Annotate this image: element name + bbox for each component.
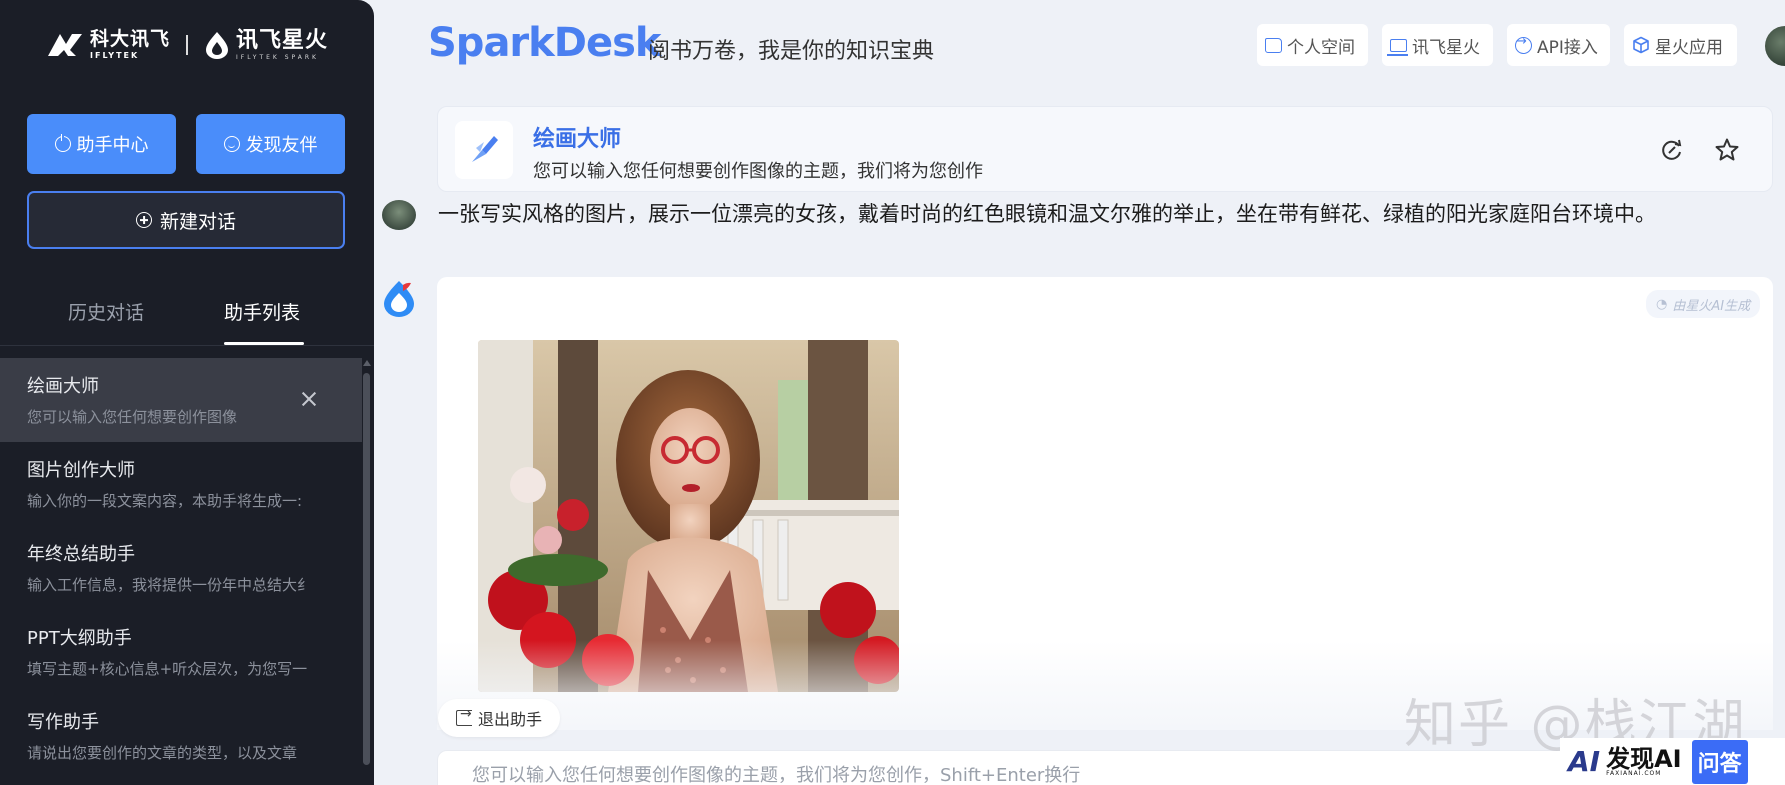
power-icon (54, 134, 71, 152)
close-icon[interactable] (300, 390, 318, 408)
assistant-item-desc: 输入工作信息，我将提供一份年中总结大纟 (27, 576, 313, 594)
new-chat-label: 新建对话 (159, 210, 236, 233)
assistant-center-label: 助手中心 (76, 135, 149, 156)
assistant-name: 绘画大师 (533, 127, 622, 152)
sidebar: 科大讯飞 IFLYTEK 讯飞星火 IFLYTEK SPARK 助手中心 发现友… (0, 0, 374, 785)
user-message-avatar (382, 200, 416, 230)
assistant-item-ppt-outline[interactable]: PPT大纲助手 填写主题+核心信息+听众层次，为您写一 (0, 610, 362, 694)
slogan: 阅书万卷，我是你的知识宝典 (648, 39, 935, 64)
nav-spark-apps[interactable]: 星火应用 (1624, 24, 1737, 66)
spark-logo-text: 讯飞星火 IFLYTEK SPARK (236, 27, 329, 61)
discover-partner-button[interactable]: 发现友伴 (196, 114, 345, 174)
api-icon (1515, 34, 1532, 54)
plus-circle-icon (135, 212, 152, 228)
spark-small-icon: ◔ (1656, 296, 1668, 312)
logo[interactable]: 科大讯飞 IFLYTEK 讯飞星火 IFLYTEK SPARK (46, 28, 328, 62)
nav-personal-space[interactable]: 个人空间 (1257, 24, 1368, 66)
laptop-icon (1387, 38, 1408, 56)
chat-input[interactable] (472, 765, 1472, 785)
nav-label: 个人空间 (1287, 37, 1355, 58)
refresh-icon[interactable] (1659, 137, 1685, 163)
ai-generated-tag: ◔ 由星火AI生成 (1646, 290, 1761, 318)
brand-logo[interactable]: SparkDesk (428, 20, 662, 66)
assistant-item-title: 写作助手 (27, 712, 99, 733)
faxian-ai-logo: AI (1568, 745, 1601, 778)
faxian-text: 发现AI FAXIANAI.COM (1606, 744, 1682, 777)
nav-label: 讯飞星火 (1412, 37, 1480, 58)
user-avatar[interactable] (1765, 26, 1785, 66)
assistant-avatar (455, 121, 513, 179)
assistant-item-desc: 您可以输入您任何想要创作图像 (27, 408, 238, 426)
assistant-desc: 您可以输入您任何想要创作图像的主题，我们将为您创作 (533, 161, 983, 182)
assistant-item-writing[interactable]: 写作助手 请说出您要创作的文章的类型，以及文章 (0, 694, 362, 778)
iflytek-logo-text: 科大讯飞 IFLYTEK (90, 28, 171, 61)
assistant-item-painting-master[interactable]: 绘画大师 您可以输入您任何想要创作图像 (0, 358, 362, 442)
exit-assistant-button[interactable]: 退出助手 (438, 699, 560, 737)
assistant-header-card: 绘画大师 您可以输入您任何想要创作图像的主题，我们将为您创作 (437, 106, 1773, 192)
smile-icon (223, 136, 240, 152)
ai-generated-label: 由星火AI生成 (1672, 298, 1751, 314)
tab-assistant-list[interactable]: 助手列表 (224, 298, 300, 325)
scroll-up-arrow[interactable] (363, 360, 371, 366)
spark-logo-icon (206, 32, 229, 59)
assistant-item-year-summary[interactable]: 年终总结助手 输入工作信息，我将提供一份年中总结大纟 (0, 526, 362, 610)
sidebar-tabs: 历史对话 助手列表 (0, 290, 374, 346)
assistant-item-title: 图片创作大师 (27, 460, 135, 481)
nav-label: API接入 (1537, 37, 1598, 58)
folder-icon (1265, 37, 1282, 53)
logo-divider (186, 35, 189, 55)
spark-bot-avatar-icon (384, 281, 414, 317)
nav-xunfei-spark[interactable]: 讯飞星火 (1382, 24, 1493, 66)
assistant-list: 绘画大师 您可以输入您任何想要创作图像 图片创作大师 输入你的一段文案内容，本助… (0, 358, 362, 778)
assistant-center-button[interactable]: 助手中心 (27, 114, 176, 174)
assistant-item-image-creation[interactable]: 图片创作大师 输入你的一段文案内容，本助手将生成一: (0, 442, 362, 526)
tab-history[interactable]: 历史对话 (68, 298, 144, 325)
active-tab-indicator (224, 342, 304, 345)
iflytek-logo-icon (48, 34, 82, 56)
new-chat-button[interactable]: 新建对话 (27, 191, 345, 249)
user-message-text: 一张写实风格的图片，展示一位漂亮的女孩，戴着时尚的红色眼镜和温文尔雅的举止，坐在… (438, 202, 1656, 226)
star-icon[interactable] (1714, 137, 1740, 163)
faxian-qa-badge: 问答 (1691, 739, 1748, 784)
discover-partner-label: 发现友伴 (245, 135, 318, 156)
assistant-item-desc: 填写主题+核心信息+听众层次，为您写一 (27, 660, 308, 678)
sidebar-scrollbar[interactable] (363, 373, 370, 765)
brush-icon (472, 136, 498, 162)
nav-label: 星火应用 (1655, 37, 1723, 58)
cube-icon (1633, 36, 1649, 54)
exit-assistant-label: 退出助手 (477, 710, 542, 729)
exit-icon (455, 706, 472, 726)
faxian-watermark: AI 发现AI FAXIANAI.COM 问答 (1560, 738, 1785, 785)
assistant-item-title: 年终总结助手 (27, 544, 135, 565)
user-message: 一张写实风格的图片，展示一位漂亮的女孩，戴着时尚的红色眼镜和温文尔雅的举止，坐在… (438, 197, 1738, 263)
assistant-item-title: PPT大纲助手 (27, 628, 132, 649)
assistant-item-desc: 请说出您要创作的文章的类型，以及文章 (27, 744, 298, 762)
nav-api-access[interactable]: API接入 (1507, 24, 1610, 66)
assistant-item-desc: 输入你的一段文案内容，本助手将生成一: (27, 492, 303, 510)
